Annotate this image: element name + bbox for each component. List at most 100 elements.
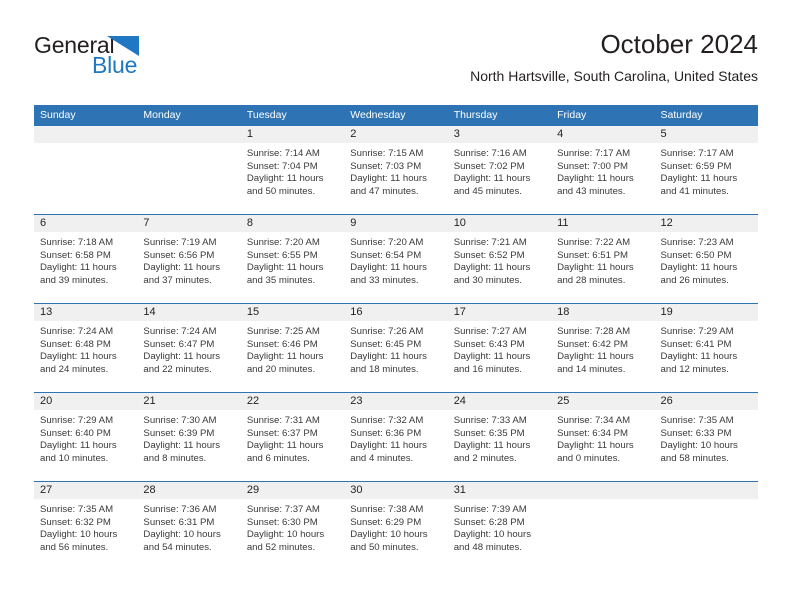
calendar-week-row: 6 Sunrise: 7:18 AM Sunset: 6:58 PM Daylight… bbox=[34, 214, 758, 304]
calendar-day-cell[interactable]: 2 Sunrise: 7:15 AM Sunset: 7:03 PM Daylight… bbox=[344, 126, 448, 215]
daylight-duration-line2: and 43 minutes. bbox=[557, 185, 626, 197]
calendar-day-cell[interactable]: 4 Sunrise: 7:17 AM Sunset: 7:00 PM Daylight… bbox=[551, 126, 655, 215]
day-number: 26 bbox=[654, 393, 758, 410]
daylight-duration-line1: Daylight: 10 hours bbox=[40, 529, 118, 541]
calendar-day-cell[interactable]: 3 Sunrise: 7:16 AM Sunset: 7:02 PM Daylight… bbox=[447, 126, 552, 215]
calendar-day-cell[interactable]: 9 Sunrise: 7:20 AM Sunset: 6:54 PM Daylight… bbox=[344, 214, 448, 304]
daylight-duration-line2: and 33 minutes. bbox=[350, 274, 419, 286]
calendar-day-cell[interactable]: 25 Sunrise: 7:34 AM Sunset: 6:34 PM Dayligh… bbox=[551, 392, 655, 482]
daylight-duration-line2: and 50 minutes. bbox=[246, 185, 316, 197]
calendar-day-cell[interactable]: 17 Sunrise: 7:27 AM Sunset: 6:43 PM Dayligh… bbox=[447, 303, 552, 393]
daylight-duration-line1: Daylight: 11 hours bbox=[453, 351, 531, 363]
sunset-time: Sunset: 6:35 PM bbox=[453, 427, 525, 439]
daylight-duration-line1: Daylight: 11 hours bbox=[246, 440, 324, 452]
calendar-day-cell[interactable]: 16 Sunrise: 7:26 AM Sunset: 6:45 PM Dayligh… bbox=[344, 303, 448, 393]
day-number: 27 bbox=[34, 482, 138, 499]
daylight-duration-line2: and 10 minutes. bbox=[40, 452, 109, 464]
calendar-day-cell[interactable]: 12 Sunrise: 7:23 AM Sunset: 6:50 PM Dayligh… bbox=[654, 214, 758, 304]
day-number: 17 bbox=[447, 304, 552, 321]
calendar-day-cell[interactable]: 29 Sunrise: 7:37 AM Sunset: 6:30 PM Dayligh… bbox=[240, 481, 345, 570]
sunset-time: Sunset: 6:54 PM bbox=[350, 249, 422, 261]
sunrise-time: Sunrise: 7:35 AM bbox=[40, 504, 114, 515]
calendar-day-cell[interactable]: 10 Sunrise: 7:21 AM Sunset: 6:52 PM Dayligh… bbox=[447, 214, 552, 304]
daylight-duration-line1: Daylight: 11 hours bbox=[143, 262, 221, 274]
calendar-day-cell[interactable]: 27 Sunrise: 7:35 AM Sunset: 6:32 PM Dayligh… bbox=[34, 481, 138, 570]
calendar-day-cell[interactable]: 8 Sunrise: 7:20 AM Sunset: 6:55 PM Daylight… bbox=[240, 214, 345, 304]
day-number: 7 bbox=[137, 215, 241, 232]
daylight-duration-line2: and 45 minutes. bbox=[453, 185, 522, 197]
weekday-header-sunday: Sunday bbox=[34, 105, 138, 126]
day-details: Sunrise: 7:17 AM Sunset: 7:00 PM Daylight:… bbox=[551, 143, 654, 198]
day-number: 5 bbox=[654, 126, 758, 143]
calendar-day-cell[interactable]: 6 Sunrise: 7:18 AM Sunset: 6:58 PM Daylight… bbox=[34, 214, 138, 304]
sunrise-time: Sunrise: 7:31 AM bbox=[246, 415, 320, 426]
daylight-duration-line1: Daylight: 11 hours bbox=[453, 440, 531, 452]
day-number: 11 bbox=[551, 215, 655, 232]
calendar-day-cell[interactable]: 7 Sunrise: 7:19 AM Sunset: 6:56 PM Daylight… bbox=[137, 214, 241, 304]
day-details: Sunrise: 7:14 AM Sunset: 7:04 PM Daylight:… bbox=[241, 143, 344, 198]
calendar-day-cell[interactable]: 28 Sunrise: 7:36 AM Sunset: 6:31 PM Dayligh… bbox=[137, 481, 241, 570]
sunrise-time: Sunrise: 7:21 AM bbox=[453, 237, 527, 248]
daylight-duration-line2: and 50 minutes. bbox=[350, 541, 419, 553]
day-details: Sunrise: 7:29 AM Sunset: 6:40 PM Daylight:… bbox=[34, 410, 137, 465]
daylight-duration-line2: and 26 minutes. bbox=[660, 274, 729, 286]
sunrise-time: Sunrise: 7:27 AM bbox=[453, 326, 527, 337]
daylight-duration-line1: Daylight: 11 hours bbox=[143, 351, 221, 363]
day-number bbox=[137, 126, 241, 143]
calendar-day-cell[interactable]: 5 Sunrise: 7:17 AM Sunset: 6:59 PM Daylight… bbox=[654, 126, 758, 215]
calendar-day-cell[interactable]: 18 Sunrise: 7:28 AM Sunset: 6:42 PM Dayligh… bbox=[551, 303, 655, 393]
calendar-day-cell[interactable]: 26 Sunrise: 7:35 AM Sunset: 6:33 PM Dayligh… bbox=[654, 392, 758, 482]
daylight-duration-line1: Daylight: 11 hours bbox=[40, 351, 117, 363]
sunset-time: Sunset: 6:37 PM bbox=[246, 427, 318, 439]
sunset-time: Sunset: 6:43 PM bbox=[453, 338, 525, 350]
sunrise-time: Sunrise: 7:24 AM bbox=[143, 326, 217, 337]
daylight-duration-line1: Daylight: 11 hours bbox=[557, 351, 634, 363]
day-details: Sunrise: 7:26 AM Sunset: 6:45 PM Daylight:… bbox=[344, 321, 447, 376]
sunrise-time: Sunrise: 7:15 AM bbox=[350, 148, 424, 159]
general-blue-logo[interactable]: General Blue bbox=[34, 32, 214, 88]
daylight-duration-line1: Daylight: 11 hours bbox=[660, 351, 738, 363]
calendar-day-cell[interactable]: 30 Sunrise: 7:38 AM Sunset: 6:29 PM Dayligh… bbox=[344, 481, 448, 570]
day-number: 29 bbox=[240, 482, 345, 499]
sunset-time: Sunset: 6:47 PM bbox=[143, 338, 215, 350]
daylight-duration-line2: and 18 minutes. bbox=[350, 363, 419, 375]
page-subtitle: North Hartsville, South Carolina, United… bbox=[470, 68, 758, 84]
sunrise-time: Sunrise: 7:36 AM bbox=[143, 504, 217, 515]
day-details: Sunrise: 7:39 AM Sunset: 6:28 PM Daylight:… bbox=[448, 499, 551, 554]
calendar-day-cell[interactable]: 22 Sunrise: 7:31 AM Sunset: 6:37 PM Dayligh… bbox=[240, 392, 345, 482]
sunset-time: Sunset: 6:28 PM bbox=[453, 516, 525, 528]
day-details: Sunrise: 7:34 AM Sunset: 6:34 PM Daylight:… bbox=[551, 410, 654, 465]
calendar-day-cell[interactable]: 1 Sunrise: 7:14 AM Sunset: 7:04 PM Daylight… bbox=[240, 126, 345, 215]
weekday-header-tuesday: Tuesday bbox=[240, 105, 345, 126]
daylight-duration-line2: and 30 minutes. bbox=[453, 274, 522, 286]
calendar-day-cell[interactable]: 11 Sunrise: 7:22 AM Sunset: 6:51 PM Dayligh… bbox=[551, 214, 655, 304]
page-title: October 2024 bbox=[600, 29, 758, 59]
sunrise-time: Sunrise: 7:18 AM bbox=[40, 237, 114, 248]
calendar-day-cell[interactable]: 14 Sunrise: 7:24 AM Sunset: 6:47 PM Dayligh… bbox=[137, 303, 241, 393]
weekday-header-monday: Monday bbox=[137, 105, 241, 126]
day-details: Sunrise: 7:33 AM Sunset: 6:35 PM Daylight:… bbox=[448, 410, 551, 465]
weekday-header-friday: Friday bbox=[551, 105, 655, 126]
calendar-day-cell[interactable]: 23 Sunrise: 7:32 AM Sunset: 6:36 PM Dayligh… bbox=[344, 392, 448, 482]
sunset-time: Sunset: 6:42 PM bbox=[557, 338, 629, 350]
calendar-day-cell[interactable]: 19 Sunrise: 7:29 AM Sunset: 6:41 PM Dayligh… bbox=[654, 303, 758, 393]
day-details: Sunrise: 7:29 AM Sunset: 6:41 PM Daylight:… bbox=[655, 321, 758, 376]
sunrise-time: Sunrise: 7:30 AM bbox=[143, 415, 217, 426]
sunrise-time: Sunrise: 7:20 AM bbox=[350, 237, 424, 248]
daylight-duration-line2: and 35 minutes. bbox=[246, 274, 316, 286]
day-details: Sunrise: 7:31 AM Sunset: 6:37 PM Daylight:… bbox=[241, 410, 344, 465]
sunrise-time: Sunrise: 7:29 AM bbox=[660, 326, 734, 337]
calendar-day-cell[interactable]: 31 Sunrise: 7:39 AM Sunset: 6:28 PM Dayligh… bbox=[447, 481, 552, 570]
sunset-time: Sunset: 7:00 PM bbox=[557, 160, 629, 172]
calendar-day-cell[interactable]: 24 Sunrise: 7:33 AM Sunset: 6:35 PM Dayligh… bbox=[447, 392, 552, 482]
sunset-time: Sunset: 7:04 PM bbox=[246, 160, 318, 172]
daylight-duration-line1: Daylight: 11 hours bbox=[660, 262, 738, 274]
daylight-duration-line2: and 48 minutes. bbox=[453, 541, 522, 553]
daylight-duration-line1: Daylight: 11 hours bbox=[40, 262, 117, 274]
daylight-duration-line1: Daylight: 11 hours bbox=[660, 173, 738, 185]
calendar-day-cell[interactable]: 13 Sunrise: 7:24 AM Sunset: 6:48 PM Dayligh… bbox=[34, 303, 138, 393]
calendar-day-cell[interactable]: 20 Sunrise: 7:29 AM Sunset: 6:40 PM Dayligh… bbox=[34, 392, 138, 482]
calendar-day-cell[interactable]: 15 Sunrise: 7:25 AM Sunset: 6:46 PM Dayligh… bbox=[240, 303, 345, 393]
calendar-day-cell[interactable]: 21 Sunrise: 7:30 AM Sunset: 6:39 PM Dayligh… bbox=[137, 392, 241, 482]
day-number bbox=[551, 482, 655, 499]
